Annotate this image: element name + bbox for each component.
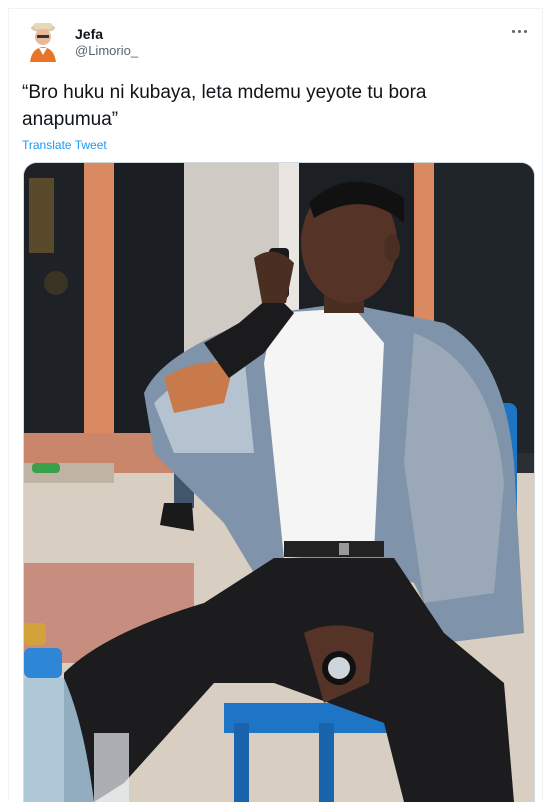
author-handle[interactable]: @Limorio_	[75, 43, 138, 58]
tweet-card: Jefa @Limorio_ “Bro huku ni kubaya, leta…	[8, 8, 543, 802]
tweet-photo[interactable]	[23, 162, 535, 802]
more-options-icon[interactable]	[508, 21, 530, 41]
translate-tweet-link[interactable]: Translate Tweet	[22, 138, 107, 152]
photo-scene	[24, 163, 534, 802]
tweet-text: “Bro huku ni kubaya, leta mdemu yeyote t…	[22, 82, 427, 130]
author-name[interactable]: Jefa	[75, 26, 103, 42]
avatar-image	[26, 20, 60, 62]
avatar[interactable]	[26, 20, 60, 62]
